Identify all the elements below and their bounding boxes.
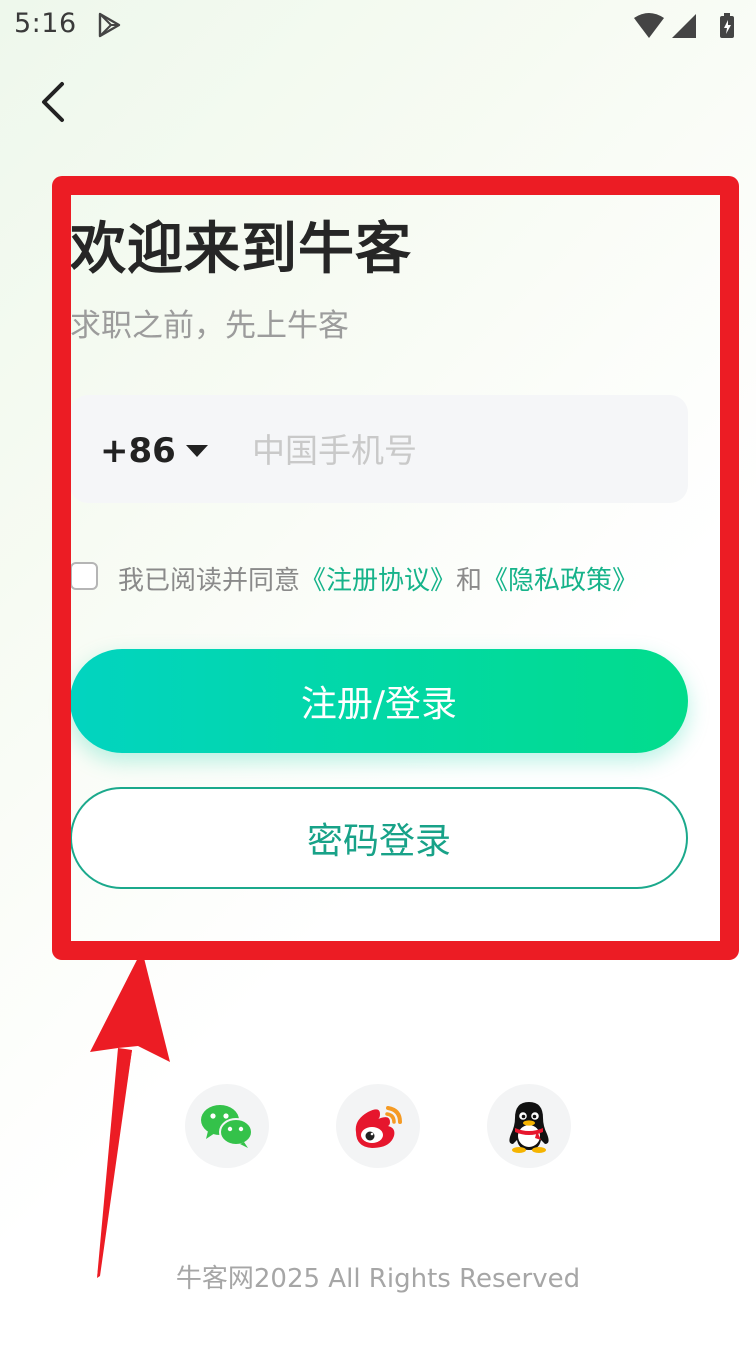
password-login-button[interactable]: 密码登录 [70, 787, 688, 889]
wechat-icon [201, 1105, 253, 1148]
phone-input-group: +86 [70, 395, 688, 503]
privacy-link[interactable]: 《隐私政策》 [482, 566, 638, 596]
agreement-row: 我已阅读并同意《注册协议》和《隐私政策》 [70, 560, 730, 598]
copyright-footer: 牛客网2025 All Rights Reserved [175, 1264, 581, 1294]
agree-prefix: 我已阅读并同意 [118, 566, 301, 596]
qq-icon [509, 1102, 549, 1153]
agree-and: 和 [456, 566, 483, 596]
weibo-icon [355, 1106, 402, 1148]
caret-down-icon[interactable] [186, 445, 208, 457]
page-title: 欢迎来到牛客 [70, 217, 412, 282]
phone-input[interactable] [250, 415, 674, 485]
page-subtitle: 求职之前，先上牛客 [70, 308, 349, 344]
wechat-login-button[interactable] [185, 1084, 269, 1168]
country-code-selector[interactable]: +86 [100, 431, 176, 471]
agreement-text: 我已阅读并同意《注册协议》和《隐私政策》 [118, 560, 638, 597]
register-login-button[interactable]: 注册/登录 [70, 649, 688, 753]
qq-login-button[interactable] [487, 1084, 571, 1168]
agree-checkbox[interactable] [70, 562, 98, 590]
weibo-login-button[interactable] [336, 1084, 420, 1168]
terms-link[interactable]: 《注册协议》 [300, 566, 456, 596]
